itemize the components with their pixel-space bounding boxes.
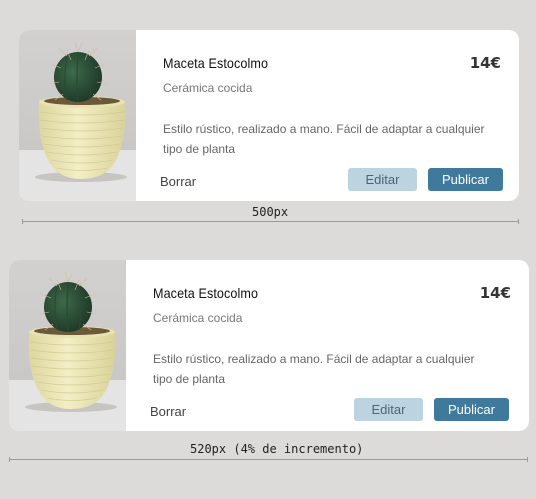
- width-measure-label: 520px (4% de incremento): [190, 442, 364, 456]
- product-subtitle: Cerámica cocida: [153, 311, 243, 325]
- width-measure-line: [22, 219, 519, 224]
- cactus-pot-photo: [19, 30, 136, 201]
- product-title: Maceta Estocolmo: [163, 55, 269, 71]
- edit-button[interactable]: Editar: [354, 398, 423, 421]
- width-measure-line: [9, 457, 528, 462]
- card-content: Maceta Estocolmo 14€ Cerámica cocida Est…: [136, 30, 519, 201]
- publish-button[interactable]: Publicar: [428, 168, 503, 191]
- product-description: Estilo rústico, realizado a mano. Fácil …: [163, 122, 485, 156]
- product-description: Estilo rústico, realizado a mano. Fácil …: [153, 352, 475, 386]
- product-card: Maceta Estocolmo 14€ Cerámica cocida Est…: [9, 260, 529, 431]
- edit-button[interactable]: Editar: [348, 168, 417, 191]
- product-title: Maceta Estocolmo: [153, 285, 259, 301]
- delete-button[interactable]: Borrar: [150, 404, 186, 419]
- card-content: Maceta Estocolmo 14€ Cerámica cocida Est…: [126, 260, 529, 431]
- product-price: 14€: [479, 284, 511, 302]
- cactus-pot-photo: [9, 260, 126, 431]
- delete-button[interactable]: Borrar: [160, 174, 196, 189]
- publish-button[interactable]: Publicar: [434, 398, 509, 421]
- product-card: Maceta Estocolmo 14€ Cerámica cocida Est…: [19, 30, 519, 201]
- product-subtitle: Cerámica cocida: [163, 81, 253, 95]
- product-price: 14€: [469, 54, 501, 72]
- width-measure-label: 500px: [252, 205, 289, 219]
